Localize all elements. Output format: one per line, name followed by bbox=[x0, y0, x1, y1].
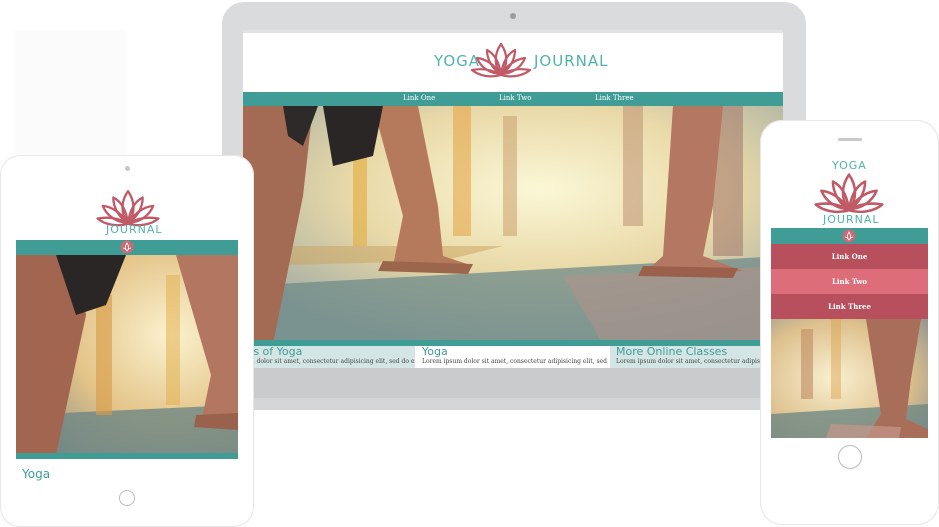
logo-word-journal: JOURNAL bbox=[106, 223, 163, 236]
card-body: Lorem ipsum dolor sit amet, consectetur … bbox=[616, 358, 783, 365]
lotus-icon bbox=[470, 42, 532, 78]
nav-link-two[interactable]: Link Two bbox=[499, 94, 532, 102]
laptop-base bbox=[222, 398, 806, 410]
menu-item-link-three[interactable]: Link Three bbox=[771, 294, 928, 319]
menu-item-link-one[interactable]: Link One bbox=[771, 244, 928, 269]
card-title: More Online Classes bbox=[616, 346, 728, 358]
card-body: m dolor sit amet, consectetur adipisicin… bbox=[249, 358, 415, 365]
flower-toggle-icon[interactable] bbox=[842, 229, 856, 243]
lotus-icon bbox=[814, 173, 884, 214]
tablet-nav-bar bbox=[16, 240, 238, 255]
menu-item-link-two[interactable]: Link Two bbox=[771, 269, 928, 294]
flower-toggle-icon[interactable] bbox=[120, 240, 134, 254]
tablet-camera bbox=[125, 166, 130, 171]
card-yoga[interactable]: Yoga Lorem ipsum dolor sit amet, consect… bbox=[416, 346, 609, 368]
site-logo[interactable]: YOGA JOURNAL bbox=[243, 38, 783, 94]
nav-link-one[interactable]: Link One bbox=[403, 94, 435, 102]
nav-link-three[interactable]: Link Three bbox=[595, 94, 634, 102]
laptop-camera bbox=[510, 13, 516, 19]
card-online-classes[interactable]: More Online Classes Lorem ipsum dolor si… bbox=[610, 346, 783, 368]
phone-nav-bar bbox=[771, 228, 928, 244]
hero-image bbox=[771, 319, 928, 438]
tablet-logo[interactable]: JOURNAL bbox=[16, 183, 238, 240]
card-benefits[interactable]: ts of Yoga m dolor sit amet, consectetur… bbox=[243, 346, 415, 368]
logo-word-journal: JOURNAL bbox=[823, 213, 880, 226]
phone-logo[interactable]: YOGA JOURNAL bbox=[771, 158, 928, 228]
section-title: Yoga bbox=[22, 467, 51, 481]
phone-speaker bbox=[838, 138, 862, 141]
card-row: ts of Yoga m dolor sit amet, consectetur… bbox=[243, 346, 783, 368]
background-panel bbox=[14, 30, 126, 154]
logo-word-journal: JOURNAL bbox=[534, 52, 609, 70]
laptop-screen-bottom bbox=[243, 368, 783, 400]
laptop-screen: YOGA JOURNAL Link One Link Two Link Thre… bbox=[243, 30, 783, 400]
card-title: ts of Yoga bbox=[249, 346, 303, 358]
laptop-nav-bar: Link One Link Two Link Three bbox=[243, 92, 783, 106]
tablet-home-button[interactable] bbox=[119, 490, 135, 506]
phone-screen: YOGA JOURNAL Link One Link Two Link Thre… bbox=[771, 158, 928, 438]
card-title: Yoga bbox=[422, 346, 448, 358]
phone-dropdown-menu: Link One Link Two Link Three bbox=[771, 244, 928, 319]
phone-home-button[interactable] bbox=[838, 445, 862, 469]
hero-image bbox=[16, 255, 238, 455]
hero-image bbox=[243, 106, 783, 344]
tablet-screen: JOURNAL Yoga bbox=[16, 183, 238, 483]
tablet-divider bbox=[16, 453, 238, 459]
card-body: Lorem ipsum dolor sit amet, consectetur … bbox=[422, 358, 609, 365]
